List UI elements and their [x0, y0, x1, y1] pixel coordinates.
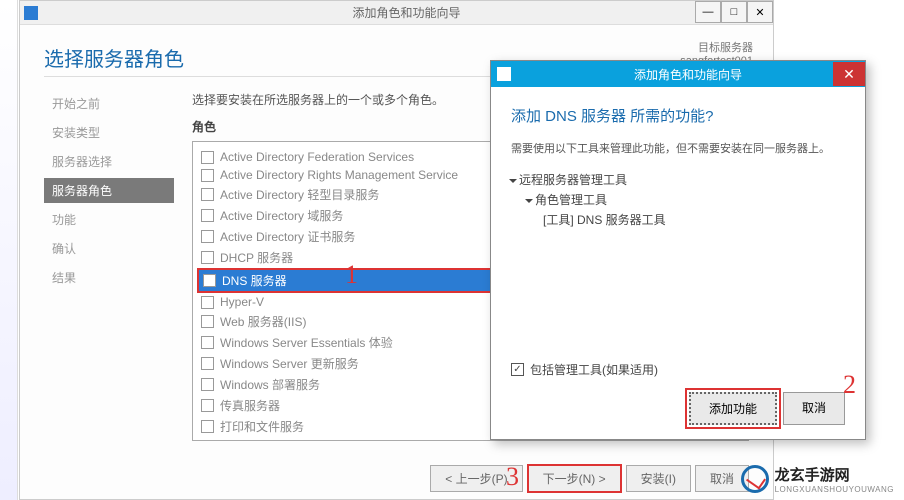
watermark-logo-icon [741, 465, 769, 493]
role-label: Windows 部署服务 [220, 376, 320, 393]
popup-cancel-button[interactable]: 取消 [783, 392, 845, 425]
install-button[interactable]: 安装(I) [626, 465, 691, 492]
checkbox-icon[interactable] [201, 315, 214, 328]
sidebar-item-before-begin[interactable]: 开始之前 [44, 91, 174, 116]
checkbox-icon[interactable] [201, 357, 214, 370]
checkbox-icon[interactable] [201, 188, 214, 201]
window-controls: — □ ✕ [695, 1, 773, 23]
role-label: Windows Server 更新服务 [220, 355, 359, 372]
popup-heading: 添加 DNS 服务器 所需的功能? [511, 105, 845, 126]
annotation-2: 2 [843, 370, 856, 400]
caret-down-icon [509, 179, 517, 183]
tree-item[interactable]: 角色管理工具 [511, 190, 845, 210]
tree-item[interactable]: [工具] DNS 服务器工具 [511, 210, 845, 230]
sidebar-item-install-type[interactable]: 安装类型 [44, 120, 174, 145]
sidebar-item-server-roles[interactable]: 服务器角色 [44, 178, 174, 203]
sidebar-item-confirm[interactable]: 确认 [44, 236, 174, 261]
popup-close-button[interactable]: ✕ [833, 62, 865, 86]
watermark-text-cn: 龙玄手游网 [775, 464, 894, 485]
caret-down-icon [525, 199, 533, 203]
left-gutter [0, 0, 18, 500]
role-label: DNS 服务器 [222, 272, 287, 289]
target-server-label: 目标服务器 [680, 39, 753, 55]
watermark-text-en: LONGXUANSHOUYOUWANG [775, 485, 894, 494]
checkbox-icon[interactable] [203, 274, 216, 287]
checkmark-icon: ✓ [511, 363, 524, 376]
role-label: Active Directory Federation Services [220, 150, 414, 164]
role-label: 打印和文件服务 [220, 418, 304, 435]
popup-title: 添加角色和功能向导 [517, 66, 859, 83]
role-label: Active Directory 轻型目录服务 [220, 186, 379, 203]
checkbox-icon[interactable] [201, 151, 214, 164]
features-tree: 远程服务器管理工具 角色管理工具 [工具] DNS 服务器工具 [511, 170, 845, 230]
checkbox-icon[interactable] [201, 378, 214, 391]
popup-titlebar: 添加角色和功能向导 ✕ [491, 61, 865, 87]
checkbox-icon[interactable] [201, 296, 214, 309]
role-label: DHCP 服务器 [220, 249, 293, 266]
minimize-button[interactable]: — [695, 1, 721, 23]
checkbox-icon[interactable] [201, 420, 214, 433]
app-icon [497, 67, 511, 81]
role-label: Active Directory 域服务 [220, 207, 343, 224]
app-icon [24, 6, 38, 20]
include-tools-label: 包括管理工具(如果适用) [530, 361, 658, 378]
include-tools-checkbox[interactable]: ✓ 包括管理工具(如果适用) [511, 361, 845, 378]
tree-label: 远程服务器管理工具 [519, 173, 627, 187]
tree-label: [工具] DNS 服务器工具 [543, 213, 666, 227]
role-label: 传真服务器 [220, 397, 280, 414]
role-label: Web 服务器(IIS) [220, 313, 306, 330]
checkbox-icon[interactable] [201, 251, 214, 264]
wizard-footer: < 上一步(P) 下一步(N) > 安装(I) 取消 [430, 464, 749, 493]
tree-label: 角色管理工具 [535, 193, 607, 207]
sidebar-item-server-select[interactable]: 服务器选择 [44, 149, 174, 174]
role-label: Windows Server Essentials 体验 [220, 334, 393, 351]
annotation-3: 3 [506, 462, 519, 492]
window-title: 添加角色和功能向导 [44, 4, 769, 21]
close-button[interactable]: ✕ [747, 1, 773, 23]
tree-item[interactable]: 远程服务器管理工具 [511, 170, 845, 190]
add-features-dialog: 添加角色和功能向导 ✕ 添加 DNS 服务器 所需的功能? 需要使用以下工具来管… [490, 60, 866, 440]
next-button[interactable]: 下一步(N) > [527, 464, 622, 493]
watermark: 龙玄手游网 LONGXUANSHOUYOUWANG [741, 464, 894, 494]
role-label: Active Directory 证书服务 [220, 228, 355, 245]
popup-description: 需要使用以下工具来管理此功能，但不需要安装在同一服务器上。 [511, 140, 845, 156]
checkbox-icon[interactable] [201, 209, 214, 222]
checkbox-icon[interactable] [201, 399, 214, 412]
annotation-1: 1 [345, 260, 358, 290]
sidebar-item-features[interactable]: 功能 [44, 207, 174, 232]
add-features-button[interactable]: 添加功能 [689, 392, 777, 425]
role-label: Hyper-V [220, 295, 264, 309]
checkbox-icon[interactable] [201, 230, 214, 243]
wizard-steps-sidebar: 开始之前 安装类型 服务器选择 服务器角色 功能 确认 结果 [44, 91, 174, 471]
sidebar-item-results[interactable]: 结果 [44, 265, 174, 290]
role-label: Active Directory Rights Management Servi… [220, 168, 458, 182]
maximize-button[interactable]: □ [721, 1, 747, 23]
checkbox-icon[interactable] [201, 169, 214, 182]
checkbox-icon[interactable] [201, 336, 214, 349]
main-titlebar: 添加角色和功能向导 — □ ✕ [20, 1, 773, 25]
